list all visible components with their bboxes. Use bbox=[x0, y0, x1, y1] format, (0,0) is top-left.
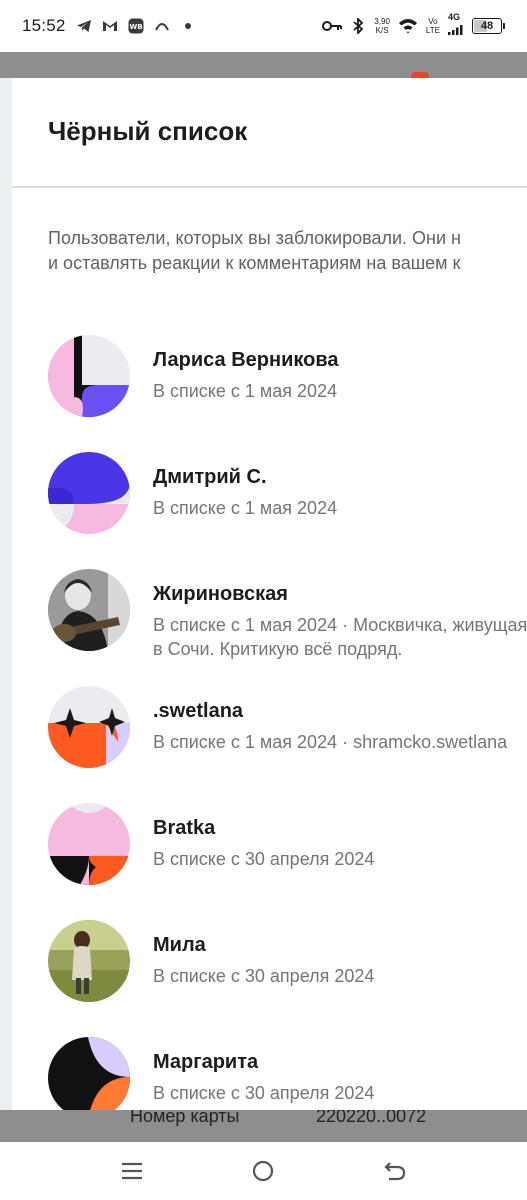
underlay-left-edge bbox=[0, 78, 12, 1110]
list-item[interactable]: Дмитрий С. В списке с 1 мая 2024 bbox=[48, 452, 527, 536]
status-time: 15:52 bbox=[22, 16, 66, 35]
net-speed-unit: K/S bbox=[375, 26, 389, 35]
user-subtitle: В списке с 1 мая 2024 bbox=[153, 381, 338, 401]
user-name: Bratka bbox=[153, 817, 216, 839]
avatar bbox=[48, 335, 130, 417]
underlay-top bbox=[0, 52, 527, 78]
sheet-description: Пользователи, которых вы заблокировали. … bbox=[48, 226, 527, 276]
avatar bbox=[48, 920, 130, 1002]
volte-indicator: Vo LTE bbox=[426, 17, 440, 35]
avatar bbox=[48, 803, 130, 885]
user-name: Мила bbox=[153, 934, 206, 956]
card-number: 220220..0072 bbox=[316, 1110, 427, 1126]
network-type: 4G bbox=[448, 12, 461, 22]
user-name: .swetlana bbox=[153, 700, 244, 722]
volte-bottom: LTE bbox=[425, 26, 440, 35]
status-bar: 15:52 WB 3,90 K/S Vo LTE 4G 48 bbox=[0, 0, 527, 52]
wb-icon: WB bbox=[128, 18, 144, 34]
battery-icon: 48 bbox=[472, 18, 505, 34]
bluetooth-icon bbox=[350, 18, 366, 34]
list-item[interactable]: .swetlana В списке с 1 мая 2024 · shramc… bbox=[48, 686, 527, 770]
wifi-icon bbox=[398, 18, 418, 34]
gmail-icon bbox=[102, 18, 118, 34]
blacklist-sheet: Чёрный список Пользователи, которых вы з… bbox=[12, 78, 527, 1110]
avatar bbox=[48, 569, 130, 651]
system-nav-bar bbox=[0, 1142, 527, 1200]
telegram-icon bbox=[76, 18, 92, 34]
list-item[interactable]: Bratka В списке с 30 апреля 2024 bbox=[48, 803, 527, 887]
volte-top: Vo bbox=[428, 17, 438, 26]
sheet-title: Чёрный список bbox=[48, 116, 248, 146]
net-speed: 3,90 K/S bbox=[374, 17, 390, 35]
arc-icon bbox=[154, 18, 170, 34]
user-name: Жириновская bbox=[153, 583, 288, 605]
user-subtitle: В списке с 30 апреля 2024 bbox=[153, 966, 375, 986]
avatar bbox=[48, 452, 130, 534]
signal-icon bbox=[448, 22, 464, 40]
user-subtitle: В списке с 1 мая 2024 · Москвичка, живущ… bbox=[153, 615, 527, 659]
user-subtitle: В списке с 30 апреля 2024 bbox=[153, 1083, 375, 1103]
net-speed-value: 3,90 bbox=[374, 17, 390, 26]
menu-icon[interactable] bbox=[117, 1156, 147, 1186]
battery-level: 48 bbox=[480, 20, 494, 32]
avatar bbox=[48, 686, 130, 768]
user-subtitle: В списке с 30 апреля 2024 bbox=[153, 849, 375, 869]
list-item[interactable]: Лариса Верникова В списке с 1 мая 2024 bbox=[48, 335, 527, 419]
list-item[interactable]: Маргарита В списке с 30 апреля 2024 bbox=[48, 1037, 527, 1110]
user-subtitle: В списке с 1 мая 2024 bbox=[153, 498, 338, 518]
svg-text:WB: WB bbox=[129, 23, 142, 31]
list-item[interactable]: Мила В списке с 30 апреля 2024 bbox=[48, 920, 527, 1004]
user-name: Лариса Верникова bbox=[153, 349, 339, 371]
description-line-2: и оставлять реакции к комментариям на ва… bbox=[48, 253, 461, 273]
description-line-1: Пользователи, которых вы заблокировали. … bbox=[48, 228, 461, 248]
notification-dot-icon bbox=[180, 18, 196, 34]
signal: 4G bbox=[448, 12, 464, 40]
divider bbox=[12, 186, 527, 188]
card-label: Номер карты bbox=[130, 1110, 240, 1126]
avatar bbox=[48, 1037, 130, 1110]
user-name: Маргарита bbox=[153, 1051, 259, 1073]
user-name: Дмитрий С. bbox=[153, 466, 267, 488]
key-icon bbox=[322, 18, 343, 34]
home-icon[interactable] bbox=[248, 1156, 278, 1186]
list-item[interactable]: Жириновская В списке с 1 мая 2024 · Моск… bbox=[48, 569, 527, 659]
back-icon[interactable] bbox=[380, 1156, 410, 1186]
underlay-bottom: Номер карты 220220..0072 bbox=[0, 1110, 527, 1142]
user-subtitle: В списке с 1 мая 2024 · shramcko.swetlan… bbox=[153, 732, 508, 752]
